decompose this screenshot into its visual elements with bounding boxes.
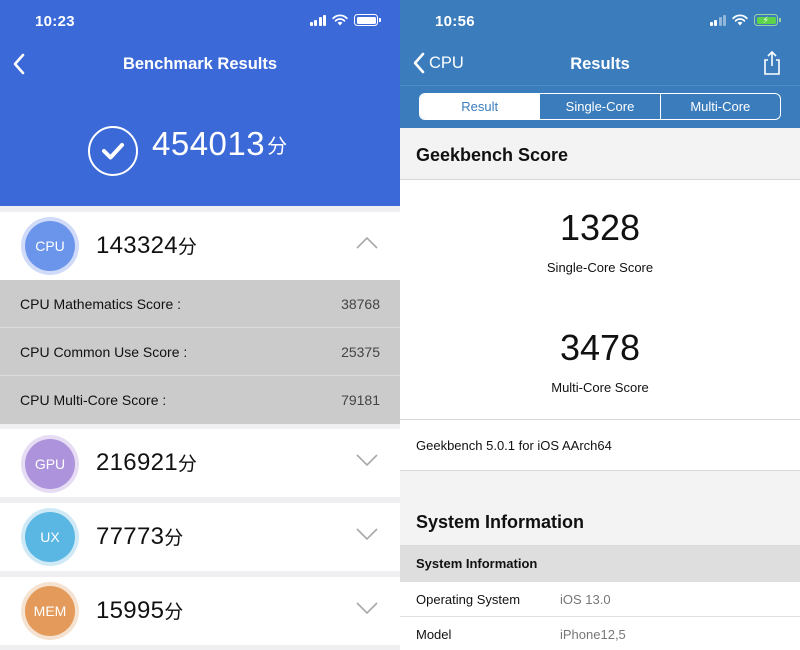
cellular-signal-icon — [709, 14, 726, 26]
section-header: Geekbench Score — [400, 128, 800, 180]
gpu-badge: GPU — [25, 439, 75, 489]
detail-row: CPU Multi-Core Score : 79181 — [0, 376, 400, 424]
chevron-left-icon — [413, 52, 425, 74]
total-score: 454013 分 — [88, 112, 287, 176]
category-score: 15995分 — [96, 597, 184, 624]
detail-label: CPU Mathematics Score : — [20, 296, 182, 312]
row-value: iPhone12,5 — [560, 627, 626, 642]
category-score: 77773分 — [96, 523, 184, 550]
detail-row: CPU Mathematics Score : 38768 — [0, 280, 400, 328]
multi-core-label: Multi-Core Score — [551, 380, 649, 395]
detail-value: 38768 — [341, 296, 380, 312]
tab-single-core[interactable]: Single-Core — [539, 94, 659, 119]
detail-label: CPU Common Use Score : — [20, 344, 188, 360]
ux-badge: UX — [25, 512, 75, 562]
detail-row: CPU Common Use Score : 25375 — [0, 328, 400, 376]
chevron-down-icon[interactable] — [356, 601, 378, 615]
status-time: 10:56 — [435, 13, 475, 30]
row-value: iOS 13.0 — [560, 592, 611, 607]
status-time: 10:23 — [35, 13, 75, 30]
category-score: 143324分 — [96, 232, 198, 259]
chevron-up-icon[interactable] — [356, 236, 378, 250]
page-title: Benchmark Results — [122, 55, 278, 73]
category-card-cpu[interactable]: CPU 143324分 — [0, 212, 400, 280]
mem-badge: MEM — [25, 586, 75, 636]
wifi-icon — [332, 14, 348, 26]
nav-bar: CPU Results — [400, 46, 800, 82]
segmented-control: Result Single-Core Multi-Core — [419, 93, 781, 120]
chevron-down-icon[interactable] — [356, 527, 378, 541]
checkmark-circle-icon — [88, 126, 138, 176]
back-button[interactable]: CPU — [412, 50, 464, 76]
back-label: CPU — [429, 53, 464, 72]
category-score: 216921分 — [96, 449, 198, 476]
battery-charging-icon: ⚡ — [754, 14, 781, 26]
wifi-icon — [732, 14, 748, 26]
share-icon[interactable] — [762, 50, 782, 76]
cpu-badge: CPU — [25, 221, 75, 271]
total-score-value: 454013 — [152, 125, 266, 162]
category-card-gpu[interactable]: GPU 216921分 — [0, 429, 400, 497]
cellular-signal-icon — [309, 14, 326, 26]
section-title: System Information — [416, 512, 585, 532]
row-key: Operating System — [416, 592, 521, 607]
single-core-label: Single-Core Score — [546, 260, 654, 275]
table-header-label: System Information — [416, 556, 538, 571]
detail-label: CPU Multi-Core Score : — [20, 392, 167, 408]
status-bar: 10:23 — [0, 0, 400, 44]
detail-value: 79181 — [341, 392, 380, 408]
version-text: Geekbench 5.0.1 for iOS AArch64 — [416, 438, 612, 453]
section-header: System Information — [400, 470, 800, 546]
tab-multi-core[interactable]: Multi-Core — [659, 94, 780, 119]
antutu-header: 10:23 Benchmark Results 454013 分 — [0, 0, 400, 206]
section-title: Geekbench Score — [416, 145, 569, 165]
table-row: Operating System iOS 13.0 — [400, 582, 800, 617]
category-card-mem[interactable]: MEM 15995分 — [0, 577, 400, 645]
table-header: System Information — [400, 546, 800, 582]
chevron-down-icon[interactable] — [356, 453, 378, 467]
antutu-panel: 10:23 Benchmark Results 454013 分 CPU 143… — [0, 0, 400, 650]
nav-bar: Benchmark Results — [0, 46, 400, 82]
row-key: Model — [416, 627, 452, 642]
table-row: Model iPhone12,5 — [400, 617, 800, 650]
divider — [400, 419, 800, 420]
multi-core-score: 3478 — [559, 327, 641, 368]
battery-icon — [354, 14, 381, 26]
category-card-ux[interactable]: UX 77773分 — [0, 503, 400, 571]
detail-value: 25375 — [341, 344, 380, 360]
single-core-score: 1328 — [559, 207, 641, 248]
geekbench-header: 10:56 ⚡ CPU Results Result Single-Core M… — [400, 0, 800, 128]
tab-result[interactable]: Result — [420, 94, 540, 119]
score-unit: 分 — [267, 135, 288, 158]
geekbench-panel: 10:56 ⚡ CPU Results Result Single-Core M… — [400, 0, 800, 650]
